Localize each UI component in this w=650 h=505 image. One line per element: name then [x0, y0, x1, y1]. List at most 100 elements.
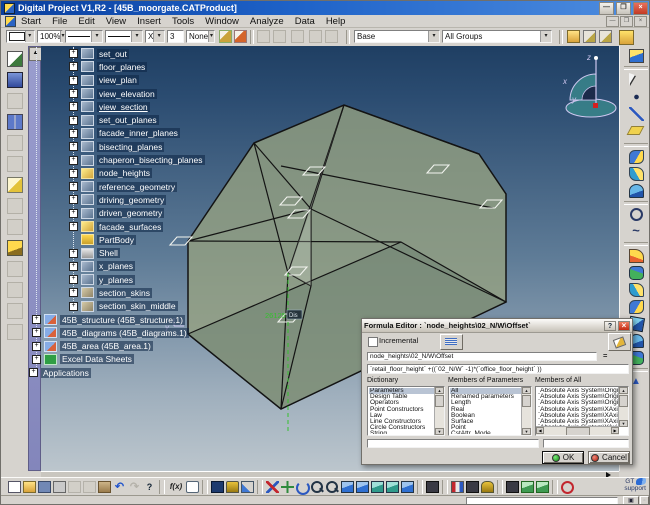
annotation-icon[interactable]: [186, 481, 199, 493]
expand-icon[interactable]: [32, 328, 41, 337]
groups-combo[interactable]: All Groups: [442, 30, 552, 43]
tree-item-facade-inner-planes[interactable]: facade_inner_planes: [29, 127, 254, 140]
tree-item-chaperon-bisecting-planes[interactable]: chaperon_bisecting_planes: [29, 153, 254, 166]
context-help-icon[interactable]: ?: [143, 481, 156, 493]
tree-item-applications[interactable]: Applications: [29, 366, 254, 379]
power-input[interactable]: [466, 497, 618, 505]
scrollbar[interactable]: [521, 387, 531, 435]
multi-view-icon[interactable]: [356, 481, 369, 493]
undo-icon[interactable]: [113, 481, 126, 493]
expand-icon[interactable]: [69, 302, 78, 311]
tree-item-view-elevation[interactable]: view_elevation: [29, 87, 254, 100]
scroll-down-icon[interactable]: [522, 428, 531, 435]
expand-icon[interactable]: [69, 195, 78, 204]
value-field[interactable]: [543, 439, 629, 448]
paste-icon[interactable]: [98, 481, 111, 493]
tag-icon[interactable]: [583, 30, 596, 43]
design-table-icon[interactable]: [241, 481, 254, 493]
dictionary-toggle-button[interactable]: [440, 334, 463, 350]
expand-icon[interactable]: [32, 315, 41, 324]
magnifier-icon[interactable]: [561, 481, 574, 494]
green-cube-1-icon[interactable]: [521, 481, 534, 493]
expand-icon[interactable]: [69, 182, 78, 191]
wireframe-view-icon[interactable]: [401, 481, 414, 493]
tree-item-view-plan[interactable]: view_plan: [29, 74, 254, 87]
catalog-folder-icon[interactable]: [567, 30, 580, 43]
apply-material-icon[interactable]: [506, 481, 519, 493]
scroll-down-icon[interactable]: [435, 428, 444, 435]
tree-item-45b-area[interactable]: 45B_area (45B_area.1): [29, 340, 254, 353]
child-restore-button[interactable]: ❐: [620, 16, 633, 27]
scroll-right-icon[interactable]: [611, 427, 619, 434]
expand-icon[interactable]: [29, 368, 38, 377]
blend-surface-icon[interactable]: [629, 283, 644, 297]
scrollbar[interactable]: [618, 387, 628, 427]
expand-icon[interactable]: [69, 156, 78, 165]
list-item[interactable]: CstAttr_Mode: [450, 431, 522, 434]
expand-icon[interactable]: [69, 142, 78, 151]
shaded-view-icon[interactable]: [386, 481, 399, 493]
expand-icon[interactable]: [32, 342, 41, 351]
tree-item-view-section[interactable]: view_section: [29, 100, 254, 113]
members-params-list[interactable]: All Renamed parameters Length Real Boole…: [448, 386, 532, 436]
columns-tool-icon[interactable]: [7, 114, 23, 130]
tree-item-floor-planes[interactable]: floor_planes: [29, 60, 254, 73]
menu-data[interactable]: Data: [295, 16, 315, 27]
menu-insert[interactable]: Insert: [137, 16, 161, 27]
expand-icon[interactable]: [69, 288, 78, 297]
circle-tool-icon[interactable]: [630, 208, 643, 221]
dictionary-list[interactable]: Parameters Design Table Operators Point …: [367, 386, 445, 436]
scroll-left-icon[interactable]: [536, 427, 544, 434]
menu-window[interactable]: Window: [205, 16, 239, 27]
sweep-surface-icon[interactable]: [629, 249, 644, 263]
menu-view[interactable]: View: [106, 16, 126, 27]
menu-file[interactable]: File: [52, 16, 67, 27]
extrude-surface-icon[interactable]: [629, 150, 644, 164]
scroll-up-icon[interactable]: [522, 387, 531, 394]
formula-fx-icon[interactable]: f(x): [168, 481, 184, 493]
expand-icon[interactable]: [32, 355, 41, 364]
new-document-icon[interactable]: [8, 481, 21, 493]
tree-item-driving-geometry[interactable]: driving_geometry: [29, 193, 254, 206]
menu-help[interactable]: Help: [326, 16, 346, 27]
menu-tools[interactable]: Tools: [172, 16, 194, 27]
minimize-button[interactable]: —: [599, 2, 614, 15]
line-weight-combo[interactable]: [105, 30, 143, 43]
expand-icon[interactable]: [69, 249, 78, 258]
power-input-run-button[interactable]: ▣: [623, 496, 639, 505]
knowledge-table-icon[interactable]: [211, 481, 224, 493]
list-item[interactable]: String: [369, 431, 435, 434]
point-symbol-combo[interactable]: X: [145, 30, 165, 43]
expand-icon[interactable]: [69, 89, 78, 98]
tree-item-section-skin-middle[interactable]: section_skin_middle: [29, 300, 254, 313]
compass[interactable]: z x y: [562, 53, 616, 117]
tree-item-section-skins[interactable]: section_skins: [29, 286, 254, 299]
child-close-button[interactable]: ×: [634, 16, 647, 27]
opacity-combo[interactable]: 100%: [37, 30, 63, 43]
menu-start[interactable]: Start: [21, 16, 41, 27]
scroll-thumb[interactable]: [522, 395, 531, 407]
tree-item-shell[interactable]: Shell: [29, 246, 254, 259]
incremental-checkbox[interactable]: [368, 337, 378, 347]
scroll-thumb[interactable]: [566, 427, 590, 436]
point-tool-icon[interactable]: [629, 90, 644, 104]
mass-properties-icon[interactable]: [481, 481, 494, 493]
offset-surface-icon[interactable]: [629, 184, 644, 198]
render-style-icon[interactable]: [426, 481, 439, 493]
expand-icon[interactable]: [69, 76, 78, 85]
color-combo[interactable]: [6, 30, 35, 43]
tree-item-45b-structure[interactable]: 45B_structure (45B_structure.1): [29, 313, 254, 326]
dialog-close-button[interactable]: [618, 321, 630, 331]
expand-icon[interactable]: [69, 116, 78, 125]
tree-item-partbody[interactable]: PartBody: [29, 233, 254, 246]
tree-item-set-out-planes[interactable]: set_out_planes: [29, 113, 254, 126]
tree-item-45b-diagrams[interactable]: 45B_diagrams (45B_diagrams.1): [29, 326, 254, 339]
scroll-thumb[interactable]: [435, 395, 444, 407]
lock-icon[interactable]: [226, 481, 239, 493]
help-button[interactable]: ?: [604, 321, 616, 331]
expand-icon[interactable]: [69, 62, 78, 71]
print-icon[interactable]: [53, 481, 66, 493]
zoom-in-icon[interactable]: [311, 481, 323, 493]
flag-tool-icon[interactable]: [7, 240, 23, 256]
spline-tool-icon[interactable]: ~: [629, 225, 644, 239]
